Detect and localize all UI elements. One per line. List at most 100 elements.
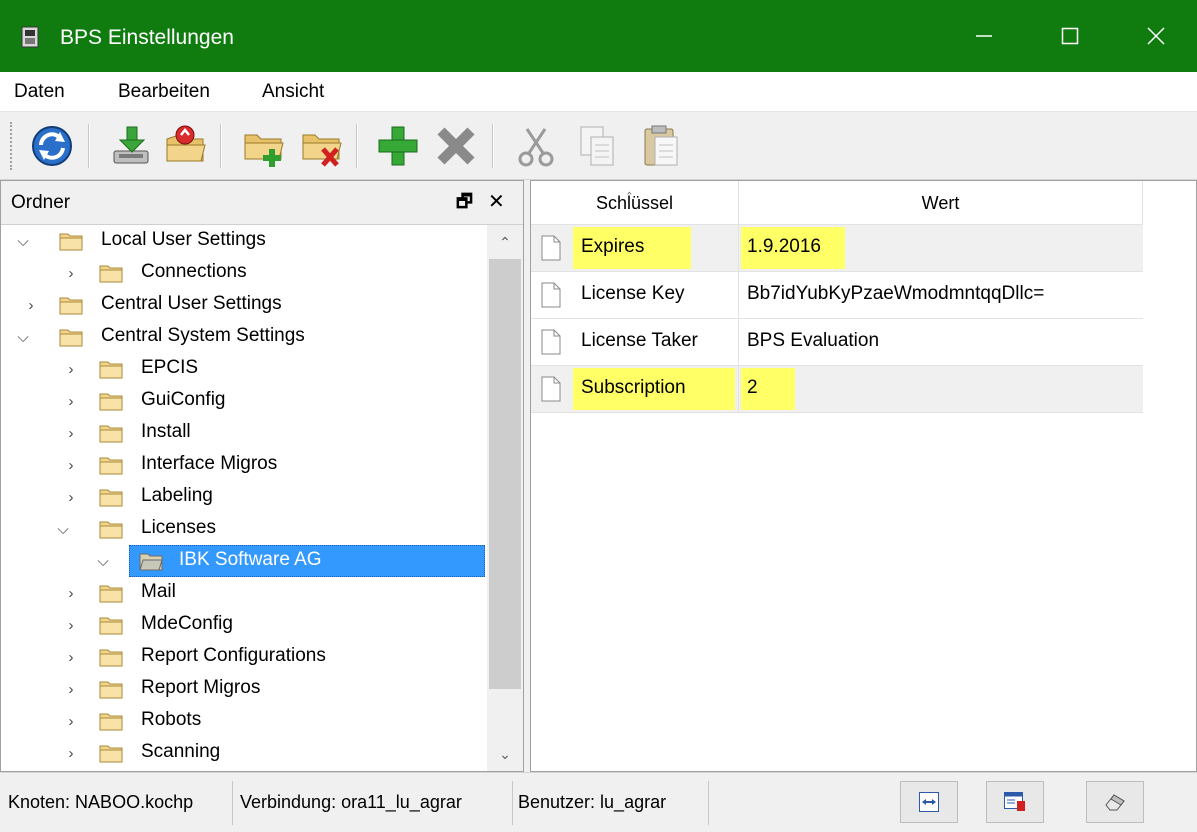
scrollbar-thumb[interactable] bbox=[489, 259, 521, 689]
column-header-key[interactable]: ‸ Schlüssel bbox=[531, 178, 739, 225]
chevron-right-icon[interactable]: › bbox=[61, 677, 81, 701]
import-icon bbox=[113, 126, 149, 164]
tree-label: Robots bbox=[141, 709, 202, 730]
float-pane-icon[interactable]: 🗗 bbox=[456, 189, 473, 219]
chevron-down-icon[interactable]: ⌵ bbox=[93, 549, 113, 573]
tree-item-mail[interactable]: › Mail bbox=[1, 577, 487, 609]
add-icon bbox=[378, 126, 418, 166]
toolbar bbox=[0, 112, 1197, 180]
grid-row-expires[interactable]: Expires 1.9.2016 bbox=[531, 225, 1143, 272]
chevron-right-icon[interactable]: › bbox=[61, 709, 81, 733]
new-folder-button[interactable] bbox=[238, 120, 290, 172]
close-pane-icon[interactable]: ✕ bbox=[488, 189, 505, 214]
document-icon bbox=[541, 282, 561, 308]
tree-label: GuiConfig bbox=[141, 389, 226, 410]
tree-item-guiconfig[interactable]: › GuiConfig bbox=[1, 385, 487, 417]
copy-button[interactable] bbox=[572, 120, 624, 172]
grid-row-subscription[interactable]: Subscription 2 bbox=[531, 366, 1143, 413]
folder-icon bbox=[59, 297, 83, 315]
tree-label: Interface Migros bbox=[141, 453, 278, 474]
tree-label: Report Configurations bbox=[141, 645, 326, 666]
toolbar-separator bbox=[356, 124, 358, 168]
folder-icon bbox=[59, 233, 83, 251]
chevron-down-icon[interactable]: ⌵ bbox=[53, 517, 73, 541]
chevron-right-icon[interactable]: › bbox=[21, 293, 41, 317]
chevron-right-icon[interactable]: › bbox=[61, 357, 81, 381]
folder-icon bbox=[99, 265, 123, 283]
grid-row-license-taker[interactable]: License Taker BPS Evaluation bbox=[531, 319, 1143, 366]
fit-width-button[interactable] bbox=[900, 781, 958, 823]
tree-item-central-system-settings[interactable]: ⌵ Central System Settings bbox=[1, 321, 487, 353]
grid-row-license-key[interactable]: License Key Bb7idYubKyPzaeWmodmntqqDllc= bbox=[531, 272, 1143, 319]
folder-icon bbox=[99, 745, 123, 763]
chevron-down-icon[interactable]: ⌵ bbox=[13, 229, 33, 253]
paste-button[interactable] bbox=[634, 120, 686, 172]
export-button[interactable] bbox=[160, 120, 212, 172]
tree-item-epcis[interactable]: › EPCIS bbox=[1, 353, 487, 385]
remove-button[interactable] bbox=[430, 120, 482, 172]
eraser-button[interactable] bbox=[1086, 781, 1144, 823]
value-cell: 1.9.2016 bbox=[739, 225, 1143, 271]
chevron-right-icon[interactable]: › bbox=[61, 389, 81, 413]
refresh-icon bbox=[32, 126, 72, 166]
fit-width-icon bbox=[919, 792, 939, 812]
chevron-right-icon[interactable]: › bbox=[61, 581, 81, 605]
maximize-icon bbox=[1061, 27, 1079, 45]
tree-label: EPCIS bbox=[141, 357, 199, 378]
tree-item-local-user-settings[interactable]: ⌵ Local User Settings bbox=[1, 225, 487, 257]
tree-label: Licenses bbox=[141, 517, 216, 538]
minimize-button[interactable] bbox=[941, 0, 1027, 72]
open-folder-icon bbox=[139, 553, 163, 571]
tree-item-install[interactable]: › Install bbox=[1, 417, 487, 449]
refresh-button[interactable] bbox=[26, 120, 78, 172]
status-connection: Verbindung: ora11_lu_agrar bbox=[240, 792, 462, 812]
document-icon bbox=[541, 376, 561, 402]
key-cell: License Taker bbox=[571, 319, 739, 365]
folder-pane-title: Ordner bbox=[11, 192, 71, 213]
tree-item-interface-migros[interactable]: › Interface Migros bbox=[1, 449, 487, 481]
scroll-down-icon[interactable]: ⌄ bbox=[487, 737, 523, 771]
tree-item-report-migros[interactable]: › Report Migros bbox=[1, 673, 487, 705]
key-cell: Subscription bbox=[571, 366, 739, 412]
chevron-right-icon[interactable]: › bbox=[61, 261, 81, 285]
delete-folder-button[interactable] bbox=[296, 120, 348, 172]
chevron-right-icon[interactable]: › bbox=[61, 645, 81, 669]
column-header-value[interactable]: Wert bbox=[739, 181, 1143, 225]
chevron-right-icon[interactable]: › bbox=[61, 613, 81, 637]
window-list-button[interactable] bbox=[986, 781, 1044, 823]
document-icon bbox=[541, 235, 561, 261]
scroll-up-icon[interactable]: ⌃ bbox=[487, 225, 523, 259]
menu-bearbeiten[interactable]: Bearbeiten bbox=[118, 81, 210, 103]
tree-item-robots[interactable]: › Robots bbox=[1, 705, 487, 737]
tree-item-licenses[interactable]: ⌵ Licenses bbox=[1, 513, 487, 545]
tree-label: Connections bbox=[141, 261, 247, 282]
copy-icon bbox=[580, 126, 614, 166]
tree-item-connections[interactable]: › Connections bbox=[1, 257, 487, 289]
chevron-right-icon[interactable]: › bbox=[61, 485, 81, 509]
add-button[interactable] bbox=[372, 120, 424, 172]
chevron-right-icon[interactable]: › bbox=[61, 453, 81, 477]
column-header-key-label: Schlüssel bbox=[595, 192, 674, 213]
chevron-right-icon[interactable]: › bbox=[61, 421, 81, 445]
tree-item-central-user-settings[interactable]: › Central User Settings bbox=[1, 289, 487, 321]
status-user: Benutzer: lu_agrar bbox=[518, 792, 667, 812]
close-button[interactable] bbox=[1113, 0, 1197, 72]
tree-scrollbar[interactable]: ⌃ ⌄ bbox=[487, 225, 523, 771]
chevron-right-icon[interactable]: › bbox=[61, 741, 81, 765]
close-icon bbox=[1147, 27, 1165, 45]
tree-item-labeling[interactable]: › Labeling bbox=[1, 481, 487, 513]
maximize-button[interactable] bbox=[1027, 0, 1113, 72]
status-separator bbox=[232, 781, 233, 825]
tree-item-report-configurations[interactable]: › Report Configurations bbox=[1, 641, 487, 673]
folder-icon bbox=[99, 617, 123, 635]
chevron-down-icon[interactable]: ⌵ bbox=[13, 325, 33, 349]
menu-ansicht[interactable]: Ansicht bbox=[262, 81, 324, 103]
tree-item-mdeconfig[interactable]: › MdeConfig bbox=[1, 609, 487, 641]
import-button[interactable] bbox=[106, 120, 158, 172]
tree-item-ibk-software-ag[interactable]: ⌵ IBK Software AG bbox=[1, 545, 487, 577]
menu-daten[interactable]: Daten bbox=[14, 81, 65, 103]
toolbar-grip[interactable] bbox=[10, 122, 14, 170]
document-icon bbox=[541, 329, 561, 355]
tree-item-scanning[interactable]: › Scanning bbox=[1, 737, 487, 769]
cut-button[interactable] bbox=[510, 120, 562, 172]
